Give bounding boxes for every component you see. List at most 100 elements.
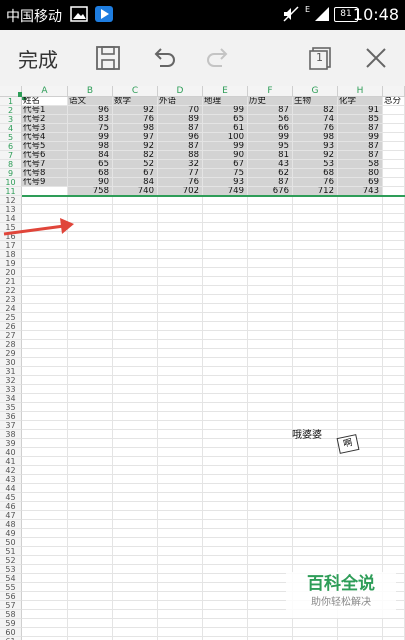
- table-cell[interactable]: [68, 322, 113, 331]
- table-cell[interactable]: [113, 331, 158, 340]
- table-cell[interactable]: 67: [203, 160, 248, 169]
- table-cell[interactable]: [248, 331, 293, 340]
- table-cell[interactable]: [293, 448, 338, 457]
- table-cell[interactable]: [158, 331, 203, 340]
- table-cell[interactable]: 87: [338, 151, 383, 160]
- table-cell[interactable]: [293, 196, 338, 205]
- table-cell[interactable]: [338, 340, 383, 349]
- table-cell[interactable]: [203, 394, 248, 403]
- table-cell[interactable]: [68, 259, 113, 268]
- row-header[interactable]: 42: [0, 466, 22, 475]
- table-cell[interactable]: [248, 547, 293, 556]
- table-cell[interactable]: [158, 214, 203, 223]
- table-cell[interactable]: 99: [68, 133, 113, 142]
- table-cell[interactable]: [383, 223, 405, 232]
- table-cell[interactable]: 81: [248, 151, 293, 160]
- table-cell[interactable]: [158, 232, 203, 241]
- table-cell[interactable]: [68, 250, 113, 259]
- table-cell[interactable]: [68, 565, 113, 574]
- table-cell[interactable]: [158, 250, 203, 259]
- table-cell[interactable]: [383, 493, 405, 502]
- table-cell[interactable]: [383, 367, 405, 376]
- table-cell[interactable]: [293, 466, 338, 475]
- table-cell[interactable]: [383, 169, 405, 178]
- table-cell[interactable]: [68, 511, 113, 520]
- table-cell[interactable]: 43: [248, 160, 293, 169]
- table-cell[interactable]: [113, 430, 158, 439]
- table-cell[interactable]: [158, 268, 203, 277]
- table-cell[interactable]: 84: [68, 151, 113, 160]
- table-cell[interactable]: [113, 205, 158, 214]
- table-cell[interactable]: [22, 358, 68, 367]
- table-cell[interactable]: [293, 214, 338, 223]
- table-cell[interactable]: [203, 556, 248, 565]
- row-header[interactable]: 37: [0, 421, 22, 430]
- table-cell[interactable]: [203, 331, 248, 340]
- table-cell[interactable]: [203, 511, 248, 520]
- table-cell[interactable]: 83: [68, 115, 113, 124]
- table-cell[interactable]: 75: [68, 124, 113, 133]
- table-cell[interactable]: [248, 538, 293, 547]
- table-cell[interactable]: [248, 223, 293, 232]
- table-cell[interactable]: [338, 403, 383, 412]
- table-cell[interactable]: [68, 430, 113, 439]
- table-cell[interactable]: [383, 277, 405, 286]
- table-cell[interactable]: [338, 367, 383, 376]
- table-cell[interactable]: [22, 439, 68, 448]
- table-cell[interactable]: [158, 421, 203, 430]
- table-cell[interactable]: [113, 214, 158, 223]
- table-cell[interactable]: [203, 493, 248, 502]
- row-header[interactable]: 45: [0, 493, 22, 502]
- table-cell[interactable]: [68, 268, 113, 277]
- table-cell[interactable]: [68, 385, 113, 394]
- table-cell[interactable]: [22, 529, 68, 538]
- table-cell[interactable]: [158, 430, 203, 439]
- table-cell[interactable]: [22, 475, 68, 484]
- table-cell[interactable]: [248, 529, 293, 538]
- table-cell[interactable]: [113, 592, 158, 601]
- table-cell[interactable]: [203, 286, 248, 295]
- table-cell[interactable]: [248, 619, 293, 628]
- table-cell[interactable]: [203, 610, 248, 619]
- table-cell[interactable]: [293, 556, 338, 565]
- table-cell[interactable]: 代号8: [22, 169, 68, 178]
- table-cell[interactable]: [203, 430, 248, 439]
- table-cell[interactable]: 66: [248, 124, 293, 133]
- table-cell[interactable]: [203, 367, 248, 376]
- row-header[interactable]: 55: [0, 583, 22, 592]
- table-cell[interactable]: [68, 295, 113, 304]
- table-cell[interactable]: [113, 223, 158, 232]
- table-cell[interactable]: [203, 295, 248, 304]
- table-cell[interactable]: 代号3: [22, 124, 68, 133]
- table-cell[interactable]: [158, 304, 203, 313]
- table-cell[interactable]: [293, 259, 338, 268]
- table-cell[interactable]: [158, 520, 203, 529]
- table-cell[interactable]: [203, 304, 248, 313]
- table-cell[interactable]: [293, 385, 338, 394]
- table-cell[interactable]: [22, 295, 68, 304]
- table-cell[interactable]: [158, 475, 203, 484]
- table-cell[interactable]: [203, 196, 248, 205]
- table-cell[interactable]: [158, 502, 203, 511]
- table-cell[interactable]: [113, 493, 158, 502]
- table-cell[interactable]: [113, 475, 158, 484]
- table-cell[interactable]: 地理: [203, 97, 248, 106]
- table-cell[interactable]: [248, 205, 293, 214]
- table-cell[interactable]: 65: [68, 160, 113, 169]
- table-cell[interactable]: [158, 286, 203, 295]
- table-cell[interactable]: [113, 421, 158, 430]
- table-cell[interactable]: [293, 511, 338, 520]
- table-cell[interactable]: [248, 268, 293, 277]
- table-cell[interactable]: [113, 196, 158, 205]
- row-header[interactable]: 50: [0, 538, 22, 547]
- table-cell[interactable]: [158, 574, 203, 583]
- table-cell[interactable]: [293, 502, 338, 511]
- table-cell[interactable]: [68, 475, 113, 484]
- table-cell[interactable]: [22, 538, 68, 547]
- table-cell[interactable]: [158, 205, 203, 214]
- table-cell[interactable]: [203, 259, 248, 268]
- table-cell[interactable]: [383, 385, 405, 394]
- table-cell[interactable]: [248, 322, 293, 331]
- table-cell[interactable]: [203, 619, 248, 628]
- table-cell[interactable]: [113, 376, 158, 385]
